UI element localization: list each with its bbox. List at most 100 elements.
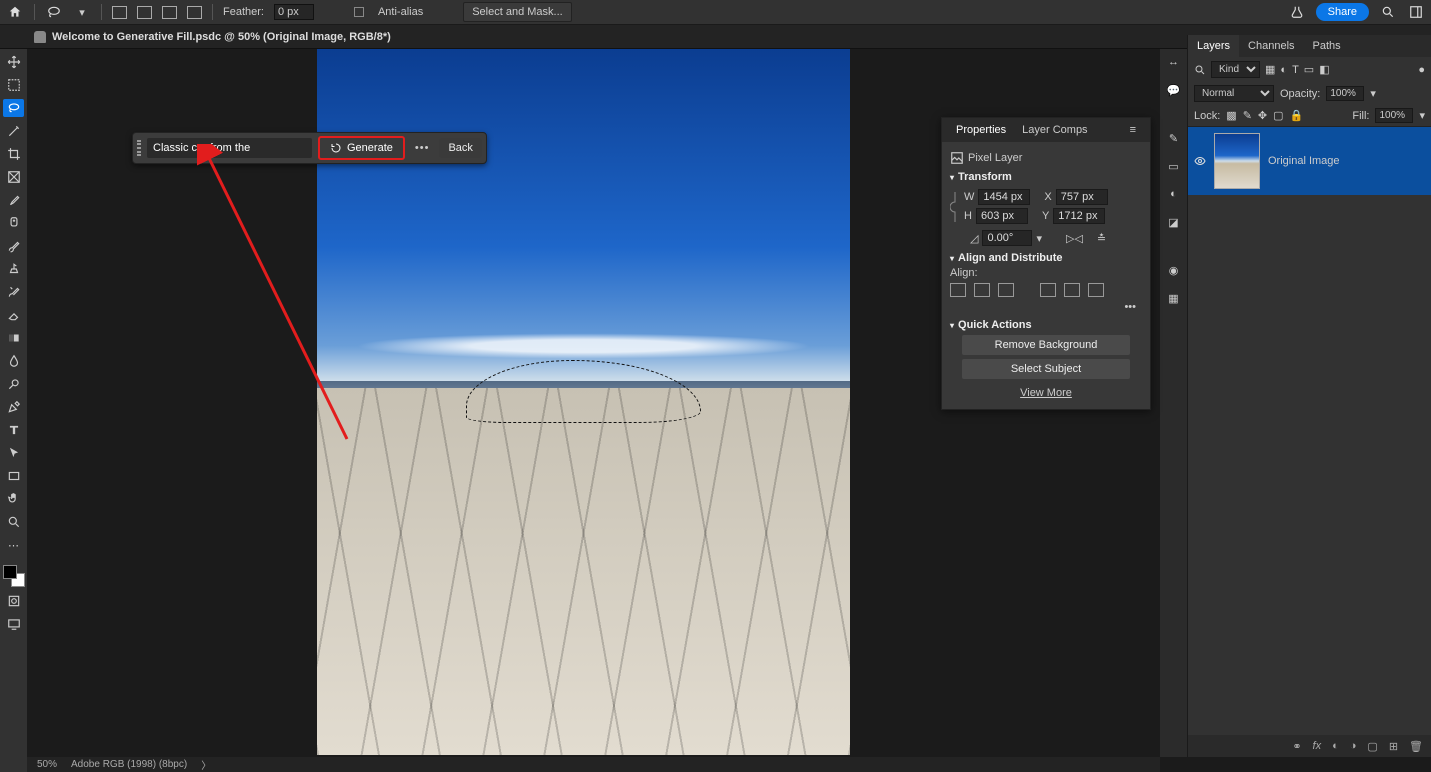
selection-mode-new[interactable] [112, 6, 127, 19]
brush-tool-icon[interactable] [3, 237, 24, 255]
share-button[interactable]: Share [1316, 3, 1369, 21]
y-input[interactable]: 1712 px [1053, 208, 1105, 224]
eyedropper-tool-icon[interactable] [3, 191, 24, 209]
align-left-icon[interactable] [950, 283, 966, 297]
align-top-icon[interactable] [1040, 283, 1056, 297]
panel-menu-icon[interactable]: ≡ [1122, 120, 1144, 140]
feather-input[interactable] [274, 4, 314, 20]
dropdown-caret-icon[interactable]: ▾ [73, 3, 91, 21]
beaker-icon[interactable] [1288, 3, 1306, 21]
visibility-eye-icon[interactable] [1194, 155, 1206, 167]
prompt-input[interactable]: Classic car from the [147, 138, 312, 158]
tab-layers[interactable]: Layers [1188, 35, 1239, 57]
tab-paths[interactable]: Paths [1304, 35, 1350, 57]
flip-vertical-icon[interactable]: ≛ [1097, 232, 1106, 245]
drag-handle-icon[interactable] [137, 140, 141, 156]
layer-mask-icon[interactable]: ◐ [1332, 740, 1339, 752]
lock-position-icon[interactable]: ✥ [1258, 109, 1267, 122]
transform-section[interactable]: Transform [950, 171, 1142, 183]
select-and-mask-button[interactable]: Select and Mask... [463, 2, 572, 22]
align-right-icon[interactable] [998, 283, 1014, 297]
lock-transparency-icon[interactable]: ▩ [1226, 109, 1236, 122]
flip-horizontal-icon[interactable]: ▷◁ [1066, 232, 1083, 245]
new-group-icon[interactable]: ▢ [1367, 740, 1377, 753]
marquee-tool-icon[interactable] [3, 76, 24, 94]
filter-kind-select[interactable]: Kind [1211, 61, 1260, 78]
crop-tool-icon[interactable] [3, 145, 24, 163]
align-center-v-icon[interactable] [1064, 283, 1080, 297]
lock-artboard-icon[interactable]: ▢ [1273, 109, 1283, 122]
dodge-tool-icon[interactable] [3, 375, 24, 393]
eraser-tool-icon[interactable] [3, 306, 24, 324]
filter-shape-icon[interactable]: ▭ [1304, 63, 1314, 76]
rectangle-tool-icon[interactable] [3, 467, 24, 485]
quick-actions-section[interactable]: Quick Actions [950, 319, 1142, 331]
history-panel-icon[interactable]: ▭ [1165, 157, 1183, 175]
zoom-level[interactable]: 50% [37, 759, 57, 770]
brushes-panel-icon[interactable]: ✎ [1165, 129, 1183, 147]
lock-all-icon[interactable]: 🔒 [1290, 109, 1304, 122]
comments-panel-icon[interactable]: 💬 [1165, 81, 1183, 99]
home-icon[interactable] [6, 3, 24, 21]
tab-channels[interactable]: Channels [1239, 35, 1303, 57]
pen-tool-icon[interactable] [3, 398, 24, 416]
workspace-icon[interactable] [1407, 3, 1425, 21]
align-center-h-icon[interactable] [974, 283, 990, 297]
selection-mode-add[interactable] [137, 6, 152, 19]
lasso-tool-icon[interactable] [45, 3, 63, 21]
gradient-tool-icon[interactable] [3, 329, 24, 347]
filter-adjust-icon[interactable]: ◐ [1280, 64, 1287, 76]
new-fill-adjust-icon[interactable]: ◑ [1350, 740, 1357, 752]
quick-mask-icon[interactable] [3, 592, 24, 610]
align-bottom-icon[interactable] [1088, 283, 1104, 297]
height-input[interactable]: 603 px [976, 208, 1028, 224]
frame-tool-icon[interactable] [3, 168, 24, 186]
blur-tool-icon[interactable] [3, 352, 24, 370]
opacity-input[interactable]: 100% [1326, 86, 1364, 101]
view-more-link[interactable]: View More [950, 383, 1142, 403]
type-tool-icon[interactable] [3, 421, 24, 439]
hand-tool-icon[interactable] [3, 490, 24, 508]
magic-wand-tool-icon[interactable] [3, 122, 24, 140]
panel-icon[interactable]: ↔ [1165, 53, 1183, 71]
zoom-tool-icon[interactable] [3, 513, 24, 531]
selection-mode-subtract[interactable] [162, 6, 177, 19]
filter-search-icon[interactable] [1194, 64, 1206, 76]
x-input[interactable]: 757 px [1056, 189, 1108, 205]
screen-mode-icon[interactable] [3, 615, 24, 633]
edit-toolbar-icon[interactable]: ⋯ [3, 536, 24, 554]
link-wh-icon[interactable] [950, 190, 960, 224]
anti-alias-checkbox[interactable] [354, 7, 364, 17]
select-subject-button[interactable]: Select Subject [962, 359, 1130, 379]
more-options-icon[interactable]: ••• [411, 140, 434, 156]
width-input[interactable]: 1454 px [978, 189, 1030, 205]
filter-type-icon[interactable]: T [1292, 64, 1299, 76]
back-button[interactable]: Back [439, 138, 481, 158]
layer-name[interactable]: Original Image [1268, 155, 1340, 167]
color-panel-icon[interactable]: ◉ [1165, 261, 1183, 279]
filter-toggle-icon[interactable]: ● [1418, 64, 1425, 76]
selection-mode-intersect[interactable] [187, 6, 202, 19]
align-section[interactable]: Align and Distribute [950, 252, 1142, 264]
path-selection-tool-icon[interactable] [3, 444, 24, 462]
layer-row[interactable]: Original Image [1188, 127, 1431, 195]
fill-input[interactable]: 100% [1375, 108, 1413, 123]
lasso-tool-icon[interactable] [3, 99, 24, 117]
libraries-panel-icon[interactable]: ◪ [1165, 213, 1183, 231]
adjustments-panel-icon[interactable]: ◐ [1165, 185, 1183, 203]
blend-mode-select[interactable]: Normal [1194, 85, 1274, 102]
tab-layer-comps[interactable]: Layer Comps [1014, 120, 1095, 140]
move-tool-icon[interactable] [3, 53, 24, 71]
clone-stamp-tool-icon[interactable] [3, 260, 24, 278]
generate-button[interactable]: Generate [318, 136, 405, 160]
filter-pixel-icon[interactable]: ▦ [1265, 63, 1275, 76]
link-layers-icon[interactable]: ⚭ [1292, 740, 1301, 753]
history-brush-tool-icon[interactable] [3, 283, 24, 301]
more-align-icon[interactable]: ••• [950, 301, 1142, 313]
swatches-panel-icon[interactable]: ▦ [1165, 289, 1183, 307]
layer-fx-icon[interactable]: fx [1313, 740, 1322, 752]
new-layer-icon[interactable]: ⊞ [1389, 740, 1398, 753]
healing-brush-tool-icon[interactable] [3, 214, 24, 232]
search-icon[interactable] [1379, 3, 1397, 21]
remove-background-button[interactable]: Remove Background [962, 335, 1130, 355]
